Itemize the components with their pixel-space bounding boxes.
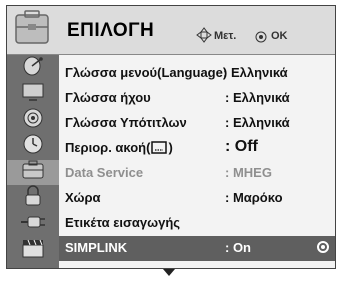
- sidebar-item-media[interactable]: [7, 238, 59, 263]
- satellite-dish-icon: [21, 55, 45, 82]
- menu-row-audio-language[interactable]: Γλώσσα ήχου : Ελληνικά: [59, 86, 335, 110]
- speaker-audio-icon: [22, 107, 44, 134]
- input-plug-icon: [20, 213, 46, 236]
- menu-row-label: Ετικέτα εισαγωγής: [65, 215, 181, 230]
- menu-row-label: Περιορ. ακοή(): [65, 140, 173, 157]
- tv-picture-icon: [21, 82, 45, 107]
- menu-row-value: : Μαρόκο: [225, 190, 283, 205]
- menu-row-label: Γλώσσα μενού(Language): [65, 65, 228, 80]
- menu-row-value: : Ελληνικά: [225, 115, 290, 130]
- ok-select-icon: [317, 241, 329, 253]
- clapperboard-icon: [21, 238, 45, 263]
- menu-row-value: : On: [225, 240, 251, 255]
- menu-row-country[interactable]: Χώρα : Μαρόκο: [59, 186, 335, 210]
- subtitle-box-icon: [151, 141, 168, 157]
- sidebar-item-setup[interactable]: [7, 56, 59, 81]
- menu-content: Γλώσσα μενού(Language) : Ελληνικά Γλώσσα…: [59, 55, 335, 268]
- menu-row-value: : Ελληνικά: [225, 90, 290, 105]
- ok-button-icon: [255, 30, 267, 48]
- option-toolbox-icon: [13, 9, 51, 49]
- menu-row-data-service: Data Service : MHEG: [59, 161, 335, 185]
- sidebar-item-lock[interactable]: [7, 185, 59, 212]
- sidebar-item-input[interactable]: [7, 212, 59, 237]
- menu-row-value: : Off: [225, 138, 258, 155]
- option-menu-panel: ΕΠΙΛΟΓΗ Μετ. OK Γλώσσα μενού(Language):…: [6, 5, 336, 269]
- menu-row-value: : MHEG: [225, 165, 272, 180]
- move-arrows-icon: [196, 27, 212, 48]
- menu-row-subtitle-language[interactable]: Γλώσσα Υπότιτλων : Ελληνικά: [59, 111, 335, 135]
- move-hint-label: Μετ.: [214, 30, 237, 42]
- menu-row-simplink[interactable]: SIMPLINK : On: [59, 236, 335, 261]
- sidebar-item-picture[interactable]: [7, 82, 59, 107]
- menu-row-label: Γλώσσα Υπότιτλων: [65, 115, 187, 130]
- sidebar-item-audio[interactable]: [7, 108, 59, 133]
- menu-row-label: Χώρα: [65, 190, 101, 205]
- menu-row-label: Γλώσσα ήχου: [65, 90, 151, 105]
- menu-row-label: SIMPLINK: [65, 240, 128, 255]
- menu-sidebar: [7, 55, 59, 268]
- clock-icon: [22, 133, 44, 160]
- scroll-down-arrow-icon[interactable]: [163, 269, 175, 276]
- menu-row-label: Data Service: [65, 165, 144, 180]
- menu-frame: ΕΠΙΛΟΓΗ Μετ. OK Γλώσσα μενού(Language):…: [0, 0, 341, 286]
- option-toolbox-icon: [21, 160, 45, 185]
- ok-hint-label: OK: [271, 30, 288, 42]
- menu-row-value: : Ελληνικά: [223, 65, 288, 80]
- menu-row-input-label[interactable]: Ετικέτα εισαγωγής: [59, 211, 335, 235]
- menu-row-hearing-impaired[interactable]: Περιορ. ακοή() : Off: [59, 136, 335, 160]
- sidebar-item-time[interactable]: [7, 134, 59, 159]
- menu-row-menu-language[interactable]: Γλώσσα μενού(Language) : Ελληνικά: [59, 61, 335, 85]
- lock-icon: [23, 185, 43, 212]
- page-title: ΕΠΙΛΟΓΗ: [67, 20, 155, 41]
- menu-header: ΕΠΙΛΟΓΗ Μετ. OK: [7, 6, 335, 55]
- sidebar-item-option[interactable]: [7, 160, 59, 185]
